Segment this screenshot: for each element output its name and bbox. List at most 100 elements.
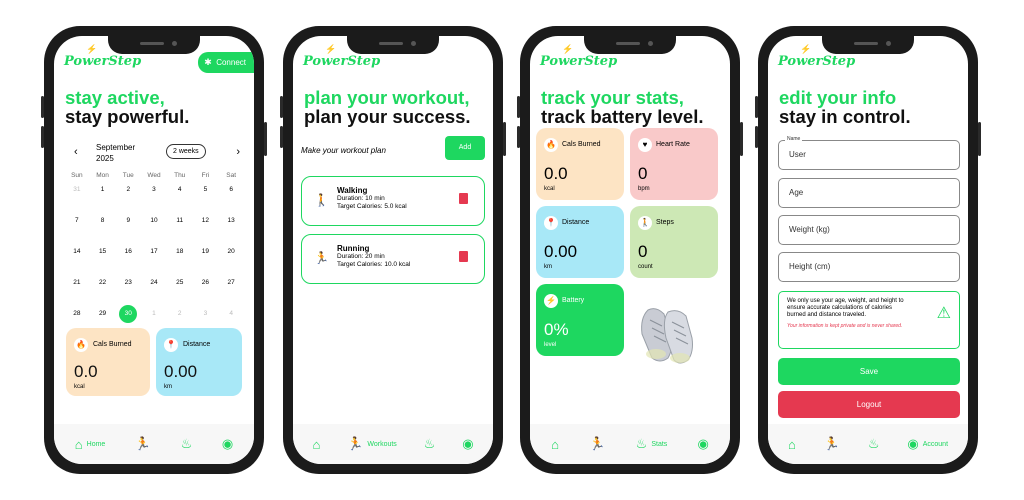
shoe-image bbox=[641, 308, 693, 364]
nav-home[interactable]: ⌂ bbox=[551, 437, 559, 452]
runner-icon: 🏃 bbox=[314, 251, 329, 265]
nav-stats[interactable]: ♨ Stats bbox=[636, 436, 668, 452]
logout-button[interactable]: Logout bbox=[778, 391, 960, 418]
calendar-day[interactable]: 3 bbox=[141, 185, 167, 216]
page-title: track your stats, track battery level. bbox=[541, 87, 704, 127]
weekday-label: Fri bbox=[201, 172, 210, 179]
calendar-day[interactable]: 20 bbox=[218, 247, 244, 278]
cals-burned-card: 🔥 Cals Burned 0.0 kcal bbox=[536, 128, 624, 200]
phone-stats: ⚡ PowerStep track your stats, track batter… bbox=[517, 26, 743, 474]
nav-account[interactable]: ◉ bbox=[698, 436, 709, 452]
calendar-day[interactable]: 21 bbox=[64, 278, 90, 309]
home-icon: ⌂ bbox=[787, 436, 796, 452]
connect-button[interactable]: ✱ Connect bbox=[198, 52, 254, 73]
nav-stats[interactable]: ♨ bbox=[424, 436, 436, 452]
save-button[interactable]: Save bbox=[778, 358, 960, 385]
age-field[interactable]: Age bbox=[778, 178, 960, 208]
calendar-day[interactable]: 18 bbox=[167, 247, 193, 278]
app-logo: ⚡ PowerStep bbox=[303, 45, 381, 69]
nav-home[interactable]: ⌂ bbox=[312, 437, 320, 452]
nav-account[interactable]: ◉ Account bbox=[907, 436, 948, 452]
flame-icon: 🔥 bbox=[74, 337, 88, 352]
trash-icon[interactable] bbox=[459, 193, 468, 204]
bluetooth-icon: ✱ bbox=[204, 57, 212, 67]
nav-workouts[interactable]: 🏃 bbox=[824, 436, 840, 452]
calendar-day[interactable]: 6 bbox=[218, 185, 244, 216]
calendar-day[interactable]: 8 bbox=[90, 216, 116, 247]
app-logo: ⚡ PowerStep bbox=[778, 45, 856, 69]
location-pin-icon: 📍 bbox=[544, 215, 558, 230]
runner-icon: 🏃 bbox=[823, 436, 840, 451]
weekday-label: Tue bbox=[122, 172, 134, 179]
battery-card: ⚡ Battery 0% level bbox=[536, 284, 624, 356]
range-toggle-button[interactable]: 2 weeks bbox=[166, 144, 206, 159]
calendar-day[interactable]: 9 bbox=[115, 216, 141, 247]
app-logo: ⚡ PowerStep bbox=[540, 45, 618, 69]
distance-card: 📍 Distance 0.00 km bbox=[156, 328, 242, 396]
calendar-day[interactable]: 31 bbox=[64, 185, 90, 216]
nav-account[interactable]: ◉ bbox=[222, 436, 233, 452]
workout-plan-prompt: Make your workout plan bbox=[301, 146, 386, 155]
calendar-day[interactable]: 17 bbox=[141, 247, 167, 278]
app-logo: ⚡ PowerStep bbox=[64, 45, 142, 69]
runner-icon: 🏃 bbox=[134, 436, 152, 451]
page-title: plan your workout, plan your success. bbox=[304, 87, 471, 127]
calendar-day[interactable]: 12 bbox=[193, 216, 219, 247]
flame-icon: ♨ bbox=[867, 436, 880, 451]
chevron-right-icon[interactable]: › bbox=[236, 146, 240, 158]
home-icon: ⌂ bbox=[312, 436, 321, 452]
calendar-day[interactable]: 16 bbox=[115, 247, 141, 278]
nav-stats[interactable]: ♨ bbox=[868, 436, 880, 452]
calendar-day[interactable]: 11 bbox=[167, 216, 193, 247]
calendar-day[interactable]: 4 bbox=[167, 185, 193, 216]
lightning-icon: ⚡ bbox=[544, 293, 558, 308]
weight-field[interactable]: Weight (kg) bbox=[778, 215, 960, 245]
nav-workouts[interactable]: 🏃 bbox=[589, 436, 605, 452]
phone-workouts: ⚡ PowerStep plan your workout, plan your s… bbox=[280, 26, 506, 474]
calendar-day[interactable]: 10 bbox=[141, 216, 167, 247]
location-pin-icon: 📍 bbox=[164, 337, 178, 352]
weekday-label: Mon bbox=[96, 172, 109, 179]
weekday-label: Sat bbox=[226, 172, 237, 179]
calendar-day[interactable]: 19 bbox=[193, 247, 219, 278]
nav-stats[interactable]: ♨ bbox=[181, 436, 193, 452]
calendar-day[interactable]: 1 bbox=[90, 185, 116, 216]
calendar-day[interactable]: 26 bbox=[193, 278, 219, 309]
calendar-day[interactable]: 14 bbox=[64, 247, 90, 278]
home-icon: ⌂ bbox=[74, 436, 83, 452]
height-field[interactable]: Height (cm) bbox=[778, 252, 960, 282]
calendar-day[interactable]: 7 bbox=[64, 216, 90, 247]
account-screen: ⚡ PowerStep edit your info stay in control… bbox=[768, 36, 968, 464]
nav-workouts[interactable]: 🏃 bbox=[135, 436, 151, 452]
name-field[interactable]: Name User bbox=[778, 136, 960, 170]
nav-home[interactable]: ⌂ Home bbox=[75, 437, 106, 452]
trash-icon[interactable] bbox=[459, 251, 468, 262]
weekday-label: Sun bbox=[71, 172, 83, 179]
page-title: edit your info stay in control. bbox=[779, 87, 911, 127]
calendar-day[interactable]: 13 bbox=[218, 216, 244, 247]
calendar-day[interactable]: 5 bbox=[193, 185, 219, 216]
user-circle-icon: ◉ bbox=[221, 436, 234, 451]
calendar-day[interactable]: 22 bbox=[90, 278, 116, 309]
calendar-day[interactable]: 15 bbox=[90, 247, 116, 278]
cals-burned-card: 🔥 Cals Burned 0.0 kcal bbox=[66, 328, 150, 396]
nav-workouts[interactable]: 🏃 Workouts bbox=[347, 436, 397, 452]
bottom-nav: ⌂ 🏃 ♨ Stats ◉ bbox=[530, 424, 730, 464]
workout-item-running[interactable]: 🏃 Running Duration: 20 min Target Calori… bbox=[301, 234, 485, 284]
workout-item-walking[interactable]: 🚶 Walking Duration: 10 min Target Calori… bbox=[301, 176, 485, 226]
phone-home: ⚡ PowerStep ✱ Connect stay active, stay pow… bbox=[41, 26, 267, 474]
walker-icon: 🚶 bbox=[638, 215, 652, 230]
runner-icon: 🏃 bbox=[347, 436, 364, 451]
add-workout-button[interactable]: Add bbox=[445, 136, 485, 160]
calendar-day[interactable]: 27 bbox=[218, 278, 244, 309]
nav-home[interactable]: ⌂ bbox=[788, 437, 796, 452]
user-circle-icon: ◉ bbox=[462, 436, 474, 451]
calendar-day[interactable]: 25 bbox=[167, 278, 193, 309]
flame-icon: ♨ bbox=[423, 436, 436, 451]
nav-account[interactable]: ◉ bbox=[462, 436, 473, 452]
stats-screen: ⚡ PowerStep track your stats, track batter… bbox=[530, 36, 730, 464]
calendar-day[interactable]: 24 bbox=[141, 278, 167, 309]
chevron-left-icon[interactable]: ‹ bbox=[74, 146, 78, 158]
runner-icon: 🏃 bbox=[589, 436, 606, 451]
calendar-day[interactable]: 2 bbox=[115, 185, 141, 216]
